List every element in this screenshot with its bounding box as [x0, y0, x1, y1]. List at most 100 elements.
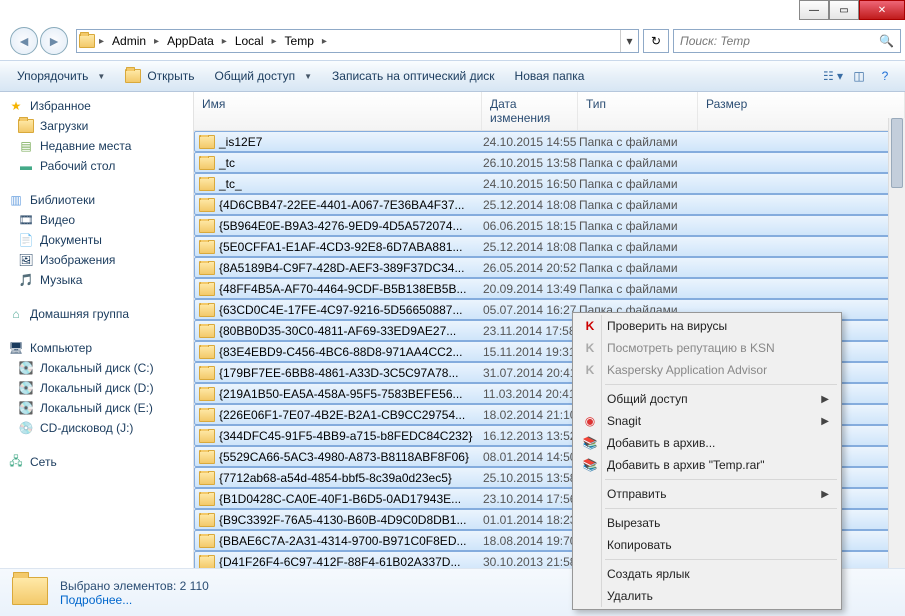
downloads-icon	[18, 118, 34, 134]
sidebar-item-pictures[interactable]: 🖼Изображения	[0, 250, 193, 270]
details-more-link[interactable]: Подробнее...	[60, 593, 209, 607]
ctx-create-shortcut[interactable]: Создать ярлык	[575, 563, 839, 585]
ctx-add-to-temp-rar[interactable]: 📚Добавить в архив "Temp.rar"	[575, 454, 839, 476]
newfolder-button[interactable]: Новая папка	[506, 65, 594, 87]
breadcrumb[interactable]: AppData	[161, 30, 220, 52]
sidebar-item-disk-c[interactable]: 💽Локальный диск (C:)	[0, 358, 193, 378]
file-name: {179BF7EE-6BB8-4861-A33D-3C5C97A78...	[219, 366, 458, 380]
address-bar[interactable]: ▸ Admin ▸ AppData ▸ Local ▸ Temp ▸ ▾	[76, 29, 639, 53]
winrar-icon: 📚	[581, 434, 599, 452]
table-row[interactable]: {8A5189B4-C9F7-428D-AEF3-389F37DC34... 26…	[194, 257, 905, 278]
table-row[interactable]: {48FF4B5A-AF70-4464-9CDF-B5B138EB5B...20…	[194, 278, 905, 299]
folder-icon	[199, 324, 215, 338]
file-type: Папка с файлами	[579, 156, 699, 170]
file-type: Папка с файлами	[579, 282, 699, 296]
sidebar-favorites[interactable]: ★Избранное	[0, 96, 193, 116]
breadcrumb[interactable]: Admin	[106, 30, 152, 52]
folder-icon	[199, 303, 215, 317]
scrollbar-thumb[interactable]	[891, 118, 903, 188]
column-date[interactable]: Дата изменения	[482, 92, 578, 130]
star-icon: ★	[8, 98, 24, 114]
folder-icon	[199, 261, 215, 275]
folder-icon	[199, 471, 215, 485]
ctx-scan-viruses[interactable]: KПроверить на вирусы	[575, 315, 839, 337]
folder-icon	[12, 577, 48, 609]
sidebar-homegroup[interactable]: ⌂Домашняя группа	[0, 304, 193, 324]
breadcrumb[interactable]: Temp	[279, 30, 320, 52]
ctx-share[interactable]: Общий доступ▶	[575, 388, 839, 410]
chevron-right-icon[interactable]: ▸	[220, 36, 229, 47]
chevron-right-icon[interactable]: ▸	[97, 36, 106, 47]
close-button[interactable]: ✕	[859, 0, 905, 20]
sidebar-item-cd-j[interactable]: 💿CD-дисковод (J:)	[0, 418, 193, 438]
sidebar-item-recent[interactable]: ▤Недавние места	[0, 136, 193, 156]
help-button[interactable]: ?	[873, 64, 897, 88]
refresh-button[interactable]: ↻	[643, 29, 669, 53]
burn-button[interactable]: Записать на оптический диск	[323, 65, 504, 87]
search-input[interactable]: Поиск: Temp 🔍	[673, 29, 901, 53]
network-icon: 🖧	[8, 454, 24, 470]
table-row[interactable]: {4D6CBB47-22EE-4401-A067-7E36BA4F37...25…	[194, 194, 905, 215]
desktop-icon: ▬	[18, 158, 34, 174]
minimize-button[interactable]: —	[799, 0, 829, 20]
ctx-snagit[interactable]: ◉Snagit▶	[575, 410, 839, 432]
folder-icon	[199, 387, 215, 401]
table-row[interactable]: _tc26.10.2015 13:58Папка с файлами	[194, 152, 905, 173]
file-name: {8A5189B4-C9F7-428D-AEF3-389F37DC34...	[219, 261, 464, 275]
file-date: 20.09.2014 13:49	[483, 282, 579, 296]
share-button[interactable]: Общий доступ▼	[205, 65, 321, 87]
table-row[interactable]: {5E0CFFA1-E1AF-4CD3-92E8-6D7ABA881...25.…	[194, 236, 905, 257]
chevron-right-icon[interactable]: ▸	[152, 36, 161, 47]
file-date: 24.10.2015 14:55	[483, 135, 579, 149]
column-name[interactable]: Имя	[194, 92, 482, 130]
table-row[interactable]: _tc_24.10.2015 16:50Папка с файлами	[194, 173, 905, 194]
ctx-cut[interactable]: Вырезать	[575, 512, 839, 534]
nav-back-button[interactable]: ◄	[10, 27, 38, 55]
file-type: Папка с файлами	[579, 177, 699, 191]
folder-icon	[199, 408, 215, 422]
folder-icon	[199, 156, 215, 170]
table-row[interactable]: _is12E724.10.2015 14:55Папка с файлами	[194, 131, 905, 152]
sidebar-item-videos[interactable]: 🎞Видео	[0, 210, 193, 230]
ctx-delete[interactable]: Удалить	[575, 585, 839, 607]
breadcrumb[interactable]: Local	[229, 30, 270, 52]
sidebar-network[interactable]: 🖧Сеть	[0, 452, 193, 472]
scrollbar[interactable]	[888, 118, 905, 568]
column-size[interactable]: Размер	[698, 92, 905, 130]
file-name: {4D6CBB47-22EE-4401-A067-7E36BA4F37...	[219, 198, 465, 212]
column-type[interactable]: Тип	[578, 92, 698, 130]
folder-icon	[199, 177, 215, 191]
sidebar-item-disk-e[interactable]: 💽Локальный диск (E:)	[0, 398, 193, 418]
address-dropdown[interactable]: ▾	[620, 30, 638, 52]
sidebar-computer[interactable]: 🖥Компьютер	[0, 338, 193, 358]
sidebar-item-downloads[interactable]: Загрузки	[0, 116, 193, 136]
sidebar-item-documents[interactable]: 📄Документы	[0, 230, 193, 250]
view-options-button[interactable]: ☷ ▾	[821, 64, 845, 88]
ctx-send-to[interactable]: Отправить▶	[575, 483, 839, 505]
table-row[interactable]: {5B964E0E-B9A3-4276-9ED9-4D5A572074...06…	[194, 215, 905, 236]
file-date: 26.05.2014 20:52	[483, 261, 579, 275]
file-date: 30.10.2013 21:58	[483, 555, 579, 569]
selection-count: Выбрано элементов: 2 110	[60, 579, 209, 593]
folder-icon	[199, 450, 215, 464]
file-date: 23.11.2014 17:58	[483, 324, 579, 338]
folder-icon	[199, 135, 215, 149]
nav-forward-button[interactable]: ►	[40, 27, 68, 55]
preview-pane-button[interactable]: ◫	[847, 64, 871, 88]
ctx-add-to-archive[interactable]: 📚Добавить в архив...	[575, 432, 839, 454]
recent-icon: ▤	[18, 138, 34, 154]
ctx-copy[interactable]: Копировать	[575, 534, 839, 556]
disk-icon: 💽	[18, 380, 34, 396]
maximize-button[interactable]: ▭	[829, 0, 859, 20]
sidebar-item-desktop[interactable]: ▬Рабочий стол	[0, 156, 193, 176]
sidebar-item-music[interactable]: 🎵Музыка	[0, 270, 193, 290]
chevron-right-icon[interactable]: ▸	[270, 36, 279, 47]
music-icon: 🎵	[18, 272, 34, 288]
sidebar-libraries[interactable]: ▥Библиотеки	[0, 190, 193, 210]
file-date: 01.01.2014 18:23	[483, 513, 579, 527]
chevron-right-icon[interactable]: ▸	[320, 36, 329, 47]
sidebar-item-disk-d[interactable]: 💽Локальный диск (D:)	[0, 378, 193, 398]
file-name: {5529CA66-5AC3-4980-A873-B8118ABF8F06}	[219, 450, 469, 464]
organize-button[interactable]: Упорядочить▼	[8, 65, 114, 87]
open-button[interactable]: Открыть	[116, 64, 203, 88]
